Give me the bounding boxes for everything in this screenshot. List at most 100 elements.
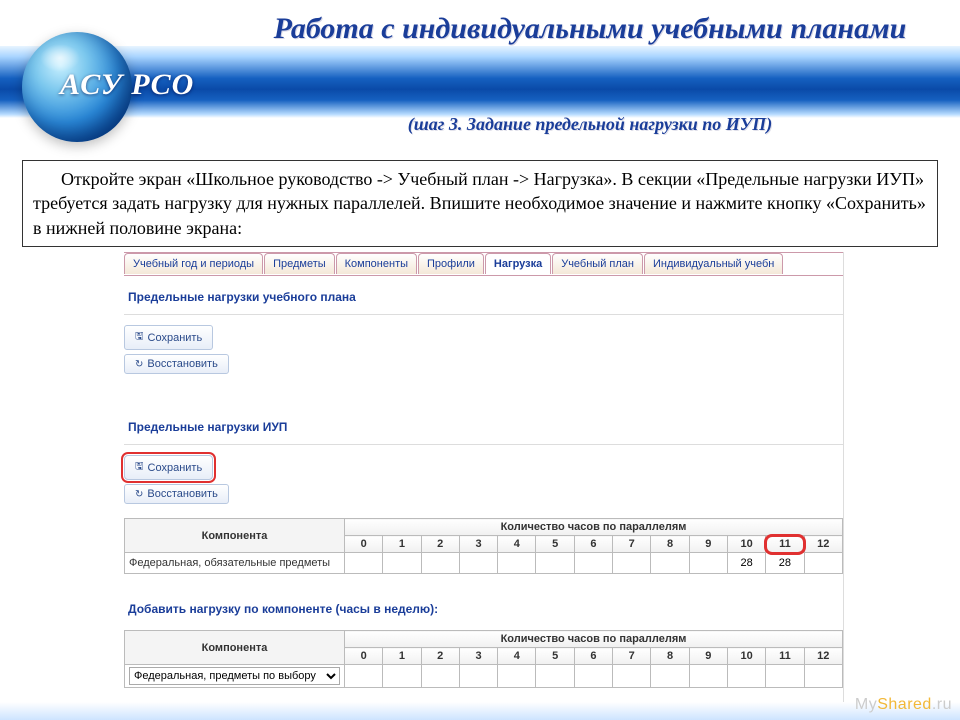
col-10: 10 <box>727 648 765 665</box>
input-5[interactable] <box>544 555 566 571</box>
cell-7[interactable] <box>613 553 651 574</box>
col-11: 11 <box>766 536 804 553</box>
restore-button-2[interactable]: Восстановить <box>124 484 229 504</box>
tab-5[interactable]: Учебный план <box>552 253 643 274</box>
cell-9[interactable] <box>689 553 727 574</box>
section1-title: Предельные нагрузки учебного плана <box>124 276 843 312</box>
tab-2[interactable]: Компоненты <box>336 253 417 274</box>
input3-8[interactable] <box>659 668 681 684</box>
input-6[interactable] <box>582 555 604 571</box>
hours-header: Количество часов по параллелям <box>345 631 843 648</box>
tab-6[interactable]: Индивидуальный учебн <box>644 253 783 274</box>
col-2: 2 <box>421 648 459 665</box>
restore-label: Восстановить <box>147 488 217 500</box>
input-7[interactable] <box>621 555 643 571</box>
section2-title: Предельные нагрузки ИУП <box>124 406 843 442</box>
cell3-0[interactable] <box>345 665 383 688</box>
cell3-11[interactable] <box>766 665 804 688</box>
cell3-8[interactable] <box>651 665 689 688</box>
cell3-3[interactable] <box>459 665 497 688</box>
cell-1[interactable] <box>383 553 421 574</box>
tab-4[interactable]: Нагрузка <box>485 253 551 274</box>
restore-icon <box>135 488 143 500</box>
input3-6[interactable] <box>582 668 604 684</box>
input-2[interactable] <box>429 555 451 571</box>
restore-label: Восстановить <box>147 358 217 370</box>
input-4[interactable] <box>506 555 528 571</box>
cell3-12[interactable] <box>804 665 842 688</box>
col-1: 1 <box>383 648 421 665</box>
input-1[interactable] <box>391 555 413 571</box>
input-10[interactable] <box>736 555 758 571</box>
input-3[interactable] <box>468 555 490 571</box>
input3-4[interactable] <box>506 668 528 684</box>
input3-12[interactable] <box>812 668 834 684</box>
component-select-cell[interactable]: Федеральная, предметы по выбору <box>125 665 345 688</box>
page-subtitle: (шаг 3. Задание предельной нагрузки по И… <box>240 114 940 135</box>
cell3-5[interactable] <box>536 665 574 688</box>
input-11[interactable] <box>774 555 796 571</box>
col-6: 6 <box>574 648 612 665</box>
app-screenshot: Учебный год и периодыПредметыКомпонентыП… <box>124 252 844 702</box>
tab-0[interactable]: Учебный год и периоды <box>124 253 263 274</box>
col-11: 11 <box>766 648 804 665</box>
input3-9[interactable] <box>697 668 719 684</box>
cell-4[interactable] <box>498 553 536 574</box>
col-2: 2 <box>421 536 459 553</box>
tab-1[interactable]: Предметы <box>264 253 335 274</box>
input-8[interactable] <box>659 555 681 571</box>
row-label: Федеральная, обязательные предметы <box>125 553 345 574</box>
cell-11[interactable] <box>766 553 804 574</box>
cell-8[interactable] <box>651 553 689 574</box>
col-10: 10 <box>727 536 765 553</box>
cell-5[interactable] <box>536 553 574 574</box>
col-0: 0 <box>345 536 383 553</box>
col-1: 1 <box>383 536 421 553</box>
col-5: 5 <box>536 648 574 665</box>
col-6: 6 <box>574 536 612 553</box>
input-12[interactable] <box>812 555 834 571</box>
cell3-4[interactable] <box>498 665 536 688</box>
col-8: 8 <box>651 536 689 553</box>
component-header: Компонента <box>125 631 345 665</box>
cell-3[interactable] <box>459 553 497 574</box>
input3-5[interactable] <box>544 668 566 684</box>
input3-7[interactable] <box>621 668 643 684</box>
col-3: 3 <box>459 648 497 665</box>
col-7: 7 <box>613 536 651 553</box>
cell-6[interactable] <box>574 553 612 574</box>
cell3-2[interactable] <box>421 665 459 688</box>
cell3-1[interactable] <box>383 665 421 688</box>
input3-2[interactable] <box>429 668 451 684</box>
input3-3[interactable] <box>468 668 490 684</box>
col-4: 4 <box>498 648 536 665</box>
cell-12[interactable] <box>804 553 842 574</box>
col-4: 4 <box>498 536 536 553</box>
input3-1[interactable] <box>391 668 413 684</box>
component-select[interactable]: Федеральная, предметы по выбору <box>129 667 340 685</box>
save-label: Сохранить <box>148 332 203 344</box>
cell3-9[interactable] <box>689 665 727 688</box>
input-9[interactable] <box>697 555 719 571</box>
hours-header: Количество часов по параллелям <box>345 519 843 536</box>
col-9: 9 <box>689 648 727 665</box>
tab-3[interactable]: Профили <box>418 253 484 274</box>
cell3-7[interactable] <box>613 665 651 688</box>
input3-0[interactable] <box>353 668 375 684</box>
save-button-2[interactable]: Сохранить <box>124 455 213 480</box>
cell3-6[interactable] <box>574 665 612 688</box>
restore-icon <box>135 358 143 370</box>
cell-0[interactable] <box>345 553 383 574</box>
input-0[interactable] <box>353 555 375 571</box>
component-header: Компонента <box>125 519 345 553</box>
input3-10[interactable] <box>736 668 758 684</box>
col-0: 0 <box>345 648 383 665</box>
cell-10[interactable] <box>727 553 765 574</box>
save-button-1[interactable]: Сохранить <box>124 325 213 350</box>
load-table: КомпонентаКоличество часов по параллелям… <box>124 518 843 574</box>
restore-button-1[interactable]: Восстановить <box>124 354 229 374</box>
input3-11[interactable] <box>774 668 796 684</box>
cell3-10[interactable] <box>727 665 765 688</box>
col-7: 7 <box>613 648 651 665</box>
cell-2[interactable] <box>421 553 459 574</box>
